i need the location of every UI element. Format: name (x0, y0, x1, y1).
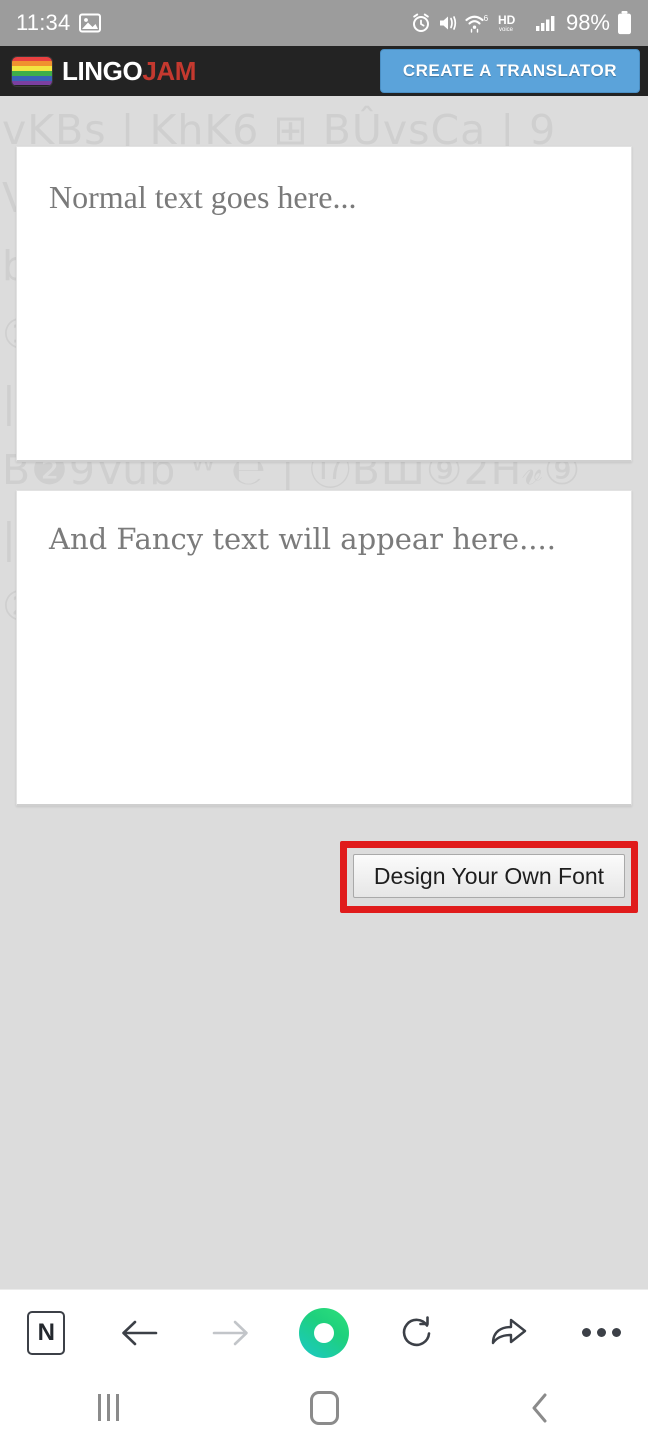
nav-home-button[interactable] (216, 1375, 432, 1440)
back-icon (118, 1316, 160, 1350)
input-placeholder-text: Normal text goes here... (49, 179, 357, 215)
svg-text:voice: voice (499, 27, 514, 33)
browser-share-button[interactable] (463, 1290, 556, 1375)
output-textarea-card[interactable]: And Fancy text will appear here.... (16, 490, 632, 806)
output-placeholder-text: And Fancy text will appear here.... (49, 522, 556, 556)
home-ring-icon (299, 1307, 350, 1358)
svg-text:6: 6 (483, 13, 488, 23)
home-icon (309, 1390, 339, 1425)
mute-vibrate-icon (438, 13, 458, 33)
battery-percent-label: 98% (565, 10, 610, 35)
back-chevron-icon (527, 1391, 553, 1425)
forward-icon (210, 1316, 252, 1350)
browser-forward-button[interactable] (185, 1290, 278, 1375)
browser-more-menu-button[interactable] (555, 1290, 648, 1375)
app-icon: N (27, 1310, 66, 1355)
browser-app-button[interactable]: N (0, 1290, 93, 1375)
create-translator-button[interactable]: CREATE A TRANSLATOR (379, 49, 640, 93)
battery-full-icon (617, 11, 632, 35)
status-bar-right: 6 HD voice 98% (411, 10, 632, 36)
nav-recents-button[interactable] (0, 1375, 216, 1440)
rainbow-flag-icon (12, 56, 52, 86)
android-navigation-bar (0, 1375, 648, 1440)
wifi-6-icon: 6 (465, 13, 491, 33)
clock-label: 11:34 (16, 10, 71, 35)
reload-icon (398, 1314, 436, 1352)
phone-screen: 11:34 6 HD voice 98% LINGOJAM CREATE A T… (0, 0, 648, 1440)
svg-text:HD: HD (498, 13, 516, 27)
share-icon (489, 1316, 529, 1350)
logo-text-lingo: LINGO (62, 56, 143, 86)
nav-back-button[interactable] (432, 1375, 648, 1440)
page-body: vKBs | KhK6 ⊞ BÛvsCa | 9 VS\ħj𝓫V9𝕌ᵂ❾❷❼③❷… (0, 96, 648, 1289)
input-textarea-card[interactable]: Normal text goes here... (16, 146, 632, 462)
browser-back-button[interactable] (93, 1290, 186, 1375)
status-bar-left: 11:34 (16, 10, 102, 36)
browser-reload-button[interactable] (370, 1290, 463, 1375)
alarm-icon (411, 13, 431, 33)
site-header: LINGOJAM CREATE A TRANSLATOR (0, 46, 648, 96)
hd-voice-icon: HD voice (498, 13, 528, 33)
logo-text-jam: JAM (142, 56, 197, 86)
browser-home-button[interactable] (278, 1290, 371, 1375)
image-icon (79, 13, 102, 33)
design-your-own-font-button[interactable]: Design Your Own Font (353, 854, 625, 898)
status-bar: 11:34 6 HD voice 98% (0, 0, 648, 46)
signal-bars-icon (535, 13, 557, 33)
browser-toolbar: N (0, 1289, 648, 1375)
more-menu-icon (582, 1328, 622, 1337)
recents-icon (97, 1394, 119, 1421)
logo-text: LINGOJAM (62, 58, 196, 84)
site-logo[interactable]: LINGOJAM (12, 56, 196, 86)
